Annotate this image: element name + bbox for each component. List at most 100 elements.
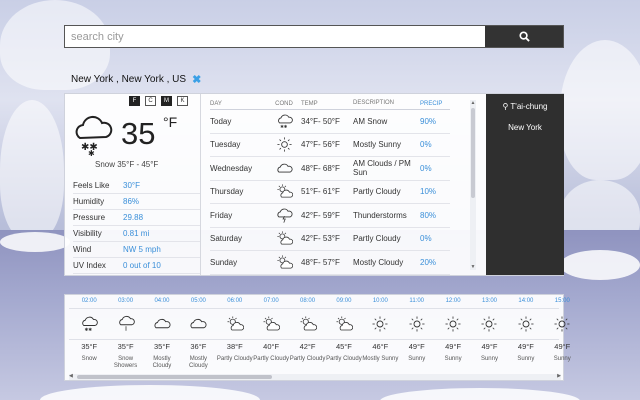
snow-cloud-icon: ✱✱ ✱ [71,112,115,161]
scroll-down-icon[interactable]: ▼ [470,264,476,270]
hour-description: Partly Cloudy [289,356,326,362]
temp-range: 47°F- 56°F [301,140,340,150]
search-icon [518,31,530,42]
hour-time: 12:00 [445,298,461,304]
partly-cloudy-icon [267,254,301,271]
city-item-new-york[interactable]: New York [486,123,564,132]
hourly-item: 08:00 42°F Partly Cloudy [289,298,326,370]
search-input[interactable] [65,26,485,47]
hourly-item: 15:00 49°F Sunny [544,298,580,370]
description: AM Clouds / PM Sun [353,159,411,178]
description: Partly Cloudy [353,234,401,244]
hour-description: Snow [81,356,97,362]
hourly-item: 12:00 49°F Sunny [435,298,471,370]
hour-time: 15:00 [554,298,570,304]
partly-cloudy-icon [267,230,301,247]
sun-icon [480,312,498,336]
daily-scrollbar[interactable]: ▲ ▼ [470,100,476,270]
precipitation: 90% [420,116,437,126]
unit-fahrenheit-button[interactable]: F [129,96,140,106]
daily-row: Tuesday 47°F- 56°F Mostly Sunny 0% [210,134,450,157]
hour-temp: 49°F [554,342,571,351]
hourly-scrollbar[interactable]: ◀ ▶ [69,373,561,380]
detail-row: Visibility 0.81 mi [73,226,201,242]
unit-kelvin-button[interactable]: K [177,96,188,106]
hourly-item: 10:00 46°F Mostly Sunny [362,298,398,370]
col-header-description: DESCRIPTION [353,100,395,106]
daily-row: Sunday 48°F- 57°F Mostly Cloudy 20% [210,251,450,275]
current-location: New York , New York , US ✖ [71,73,201,86]
temp-range: 34°F- 50°F [301,116,340,126]
hour-description: Mostly Sunny [362,356,399,362]
sun-icon [553,312,571,336]
cloud-icon [153,312,171,336]
hourly-item: 11:00 49°F Sunny [399,298,435,370]
current-temperature: 35 [121,116,156,151]
hour-description: Sunny [444,356,462,362]
hourly-item: 03:00 35°F Snow Showers [107,298,143,370]
description: Mostly Cloudy [353,257,404,267]
hour-description: Partly Cloudy [216,356,253,362]
hour-time: 06:00 [227,298,243,304]
unit-imperial-button[interactable]: M [161,96,172,106]
hour-description: Partly Cloudy [253,356,289,362]
map-pin-icon: ⚲ [502,102,509,111]
detail-row: Wind NW 5 mph [73,242,201,258]
hour-description: Sunny [517,356,535,362]
hourly-item: 02:00 ✱✱ 35°F Snow [71,298,107,370]
hour-time: 14:00 [518,298,534,304]
description: Mostly Sunny [353,140,402,150]
hour-temp: 49°F [445,342,462,351]
sun-icon [408,312,426,336]
close-icon[interactable]: ✖ [192,73,201,86]
hour-time: 08:00 [300,298,316,304]
hour-description: Partly Cloudy [326,356,362,362]
hour-description: Mostly Cloudy [189,356,208,369]
search-button[interactable] [485,26,563,47]
detail-row: Feels Like 30°F [73,178,201,194]
scrollbar-thumb[interactable] [77,375,272,379]
scroll-right-icon[interactable]: ▶ [557,373,561,379]
hour-temp: 38°F [226,342,243,351]
partly-cloudy-icon [267,183,301,200]
hour-time: 03:00 [118,298,134,304]
hour-time: 02:00 [81,298,97,304]
temp-range: 51°F- 61°F [301,187,340,197]
hour-temp: 35°F [117,342,134,351]
daily-header: DAY COND TEMP DESCRIPTION PRECIP [210,98,450,110]
day-name: Thursday [210,187,244,197]
temp-range: 48°F- 68°F [301,163,340,173]
hour-temp: 46°F [372,342,389,351]
city-item-taichung[interactable]: ⚲ T'ai-chung [486,102,564,111]
unit-celsius-button[interactable]: C [145,96,156,106]
hourly-item: 13:00 49°F Sunny [471,298,507,370]
precipitation: 0% [420,163,432,173]
daily-row: Thursday 51°F- 61°F Partly Cloudy 10% [210,181,450,204]
saved-cities-sidebar: ⚲ T'ai-chung New York [486,94,564,275]
scroll-left-icon[interactable]: ◀ [69,373,73,379]
svg-text:✱✱: ✱✱ [85,327,93,333]
hourly-item: 14:00 49°F Sunny [508,298,544,370]
hour-time: 10:00 [372,298,388,304]
sun-icon [371,312,389,336]
col-header-temp: TEMP [301,100,318,107]
current-temperature-unit: °F [163,114,178,130]
precipitation: 0% [420,140,432,150]
hour-description: Snow Showers [113,356,138,369]
hour-temp: 35°F [81,342,98,351]
hourly-item: 06:00 38°F Partly Cloudy [217,298,253,370]
partly-cloudy-icon [299,312,317,336]
day-name: Tuesday [210,140,241,150]
current-summary: Snow 35°F - 45°F [95,160,159,169]
daily-row: Saturday 42°F- 53°F Partly Cloudy 0% [210,228,450,251]
hour-temp: 45°F [335,342,352,351]
day-name: Saturday [210,234,243,244]
hour-time: 05:00 [190,298,206,304]
hourly-item: 07:00 40°F Partly Cloudy [253,298,289,370]
scroll-up-icon[interactable]: ▲ [470,100,476,106]
precipitation: 0% [420,234,432,244]
scrollbar-thumb[interactable] [471,108,475,198]
hourly-item: 09:00 45°F Partly Cloudy [326,298,362,370]
hour-temp: 40°F [263,342,280,351]
cloud-icon [189,312,207,336]
